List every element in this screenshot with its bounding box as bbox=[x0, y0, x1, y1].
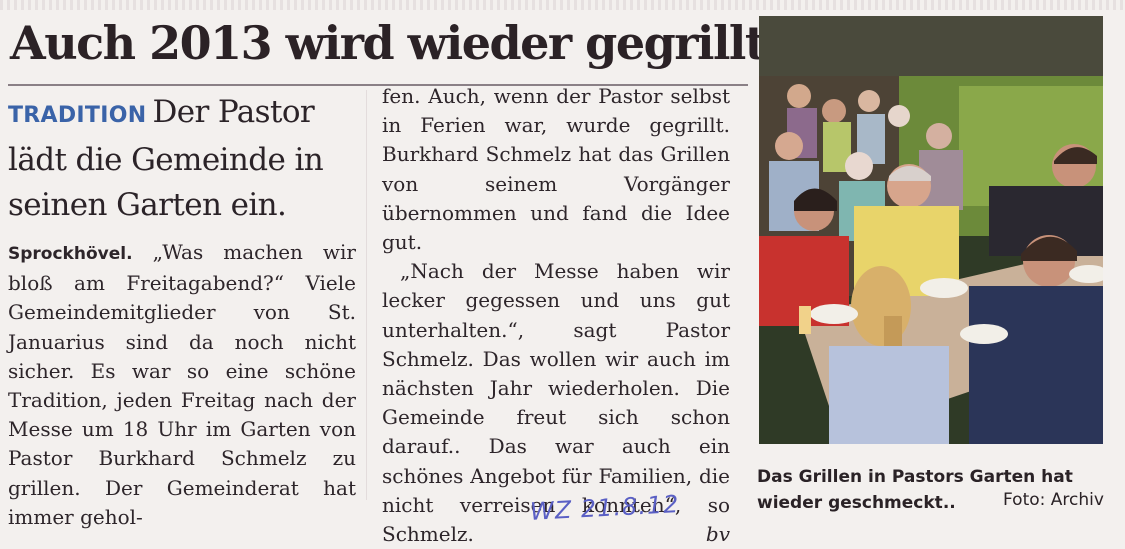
deck: TRADITION Der Pastor lädt die Gemeinde in… bbox=[8, 90, 356, 228]
paragraph-1-text: „Was machen wir bloß am Freitagabend?“ V… bbox=[8, 240, 356, 529]
author-initials: bv bbox=[705, 522, 730, 547]
dateline-location: Sprockhövel. bbox=[8, 244, 133, 264]
article-photo bbox=[759, 16, 1103, 444]
photo-illustration bbox=[759, 16, 1103, 444]
paragraph-2: fen. Auch, wenn der Pastor selbst in Fer… bbox=[382, 84, 730, 255]
article-column-2: fen. Auch, wenn der Pastor selbst in Fer… bbox=[382, 82, 730, 549]
headline: Auch 2013 wird wieder gegrillt bbox=[10, 16, 766, 70]
column-divider bbox=[366, 90, 367, 500]
paragraph-1: Sprockhövel. „Was machen wir bloß am Fre… bbox=[8, 238, 356, 532]
bleed-through-texture bbox=[0, 0, 1125, 10]
photo-credit: Foto: Archiv bbox=[1003, 490, 1104, 510]
kicker: TRADITION bbox=[8, 103, 147, 128]
article-column-1: TRADITION Der Pastor lädt die Gemeinde in… bbox=[8, 90, 356, 532]
